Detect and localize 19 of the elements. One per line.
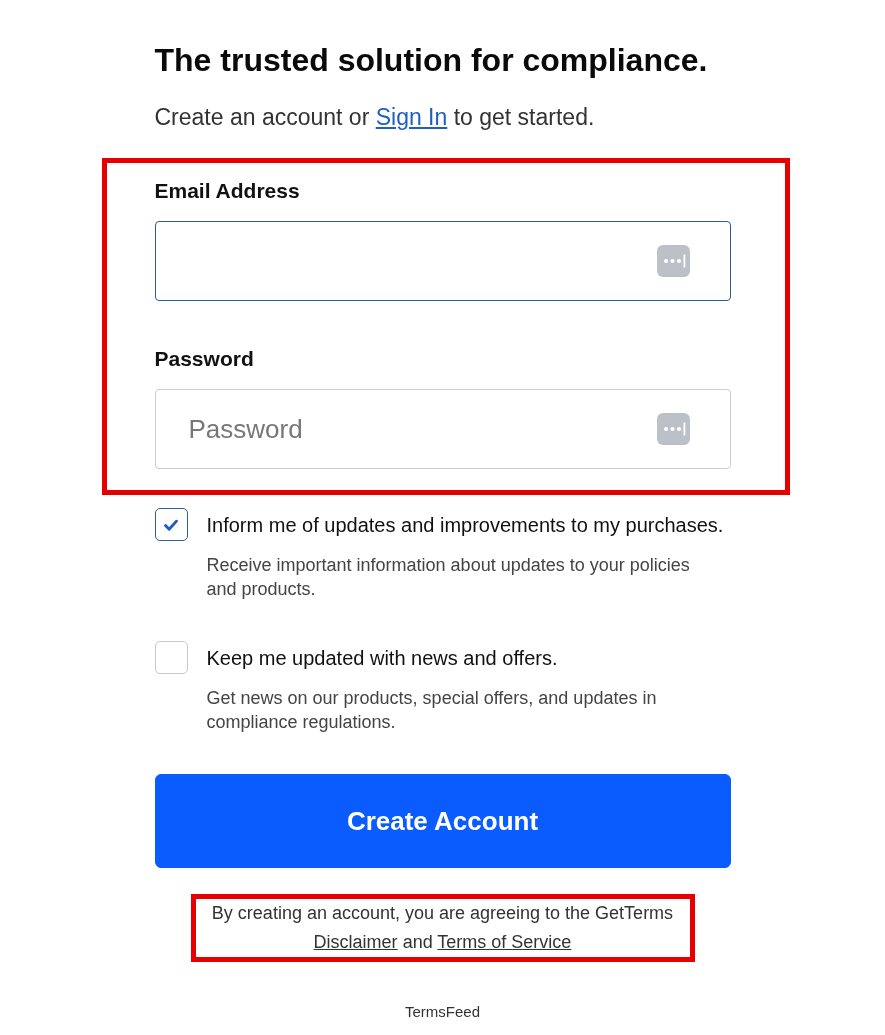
sign-in-link[interactable]: Sign In bbox=[375, 104, 448, 130]
intro-text: Create an account or Sign In to get started. bbox=[154, 103, 596, 132]
option-description: Get news on our products, special offers, and updates in compliance regulations. bbox=[206, 687, 658, 734]
create-account-button[interactable]: Create Account bbox=[154, 774, 731, 868]
footer-brand-text: TermsFeed bbox=[405, 1003, 480, 1020]
dots-icon[interactable] bbox=[656, 413, 690, 445]
dots-icon[interactable] bbox=[656, 245, 690, 277]
checkbox[interactable] bbox=[154, 508, 188, 541]
page-heading: The trusted solution for compliance. bbox=[154, 41, 709, 79]
legal-link[interactable]: Terms of Service bbox=[437, 932, 572, 952]
option-label: Inform me of updates and improvements to my purchases. bbox=[206, 512, 724, 537]
option-label: Keep me updated with news and offers. bbox=[206, 645, 558, 670]
email-field[interactable] bbox=[154, 221, 731, 301]
legal-text: By creating an account, you are agreeing to the GetTerms Disclaimer and Terms of Service bbox=[210, 902, 675, 954]
field-label: Email Address bbox=[154, 178, 301, 203]
legal-link[interactable]: Disclaimer bbox=[313, 932, 398, 952]
field-label: Password bbox=[154, 346, 255, 371]
password-field[interactable]: Password bbox=[154, 389, 731, 469]
option-description: Receive important information about updates to your policies and products. bbox=[206, 554, 691, 601]
